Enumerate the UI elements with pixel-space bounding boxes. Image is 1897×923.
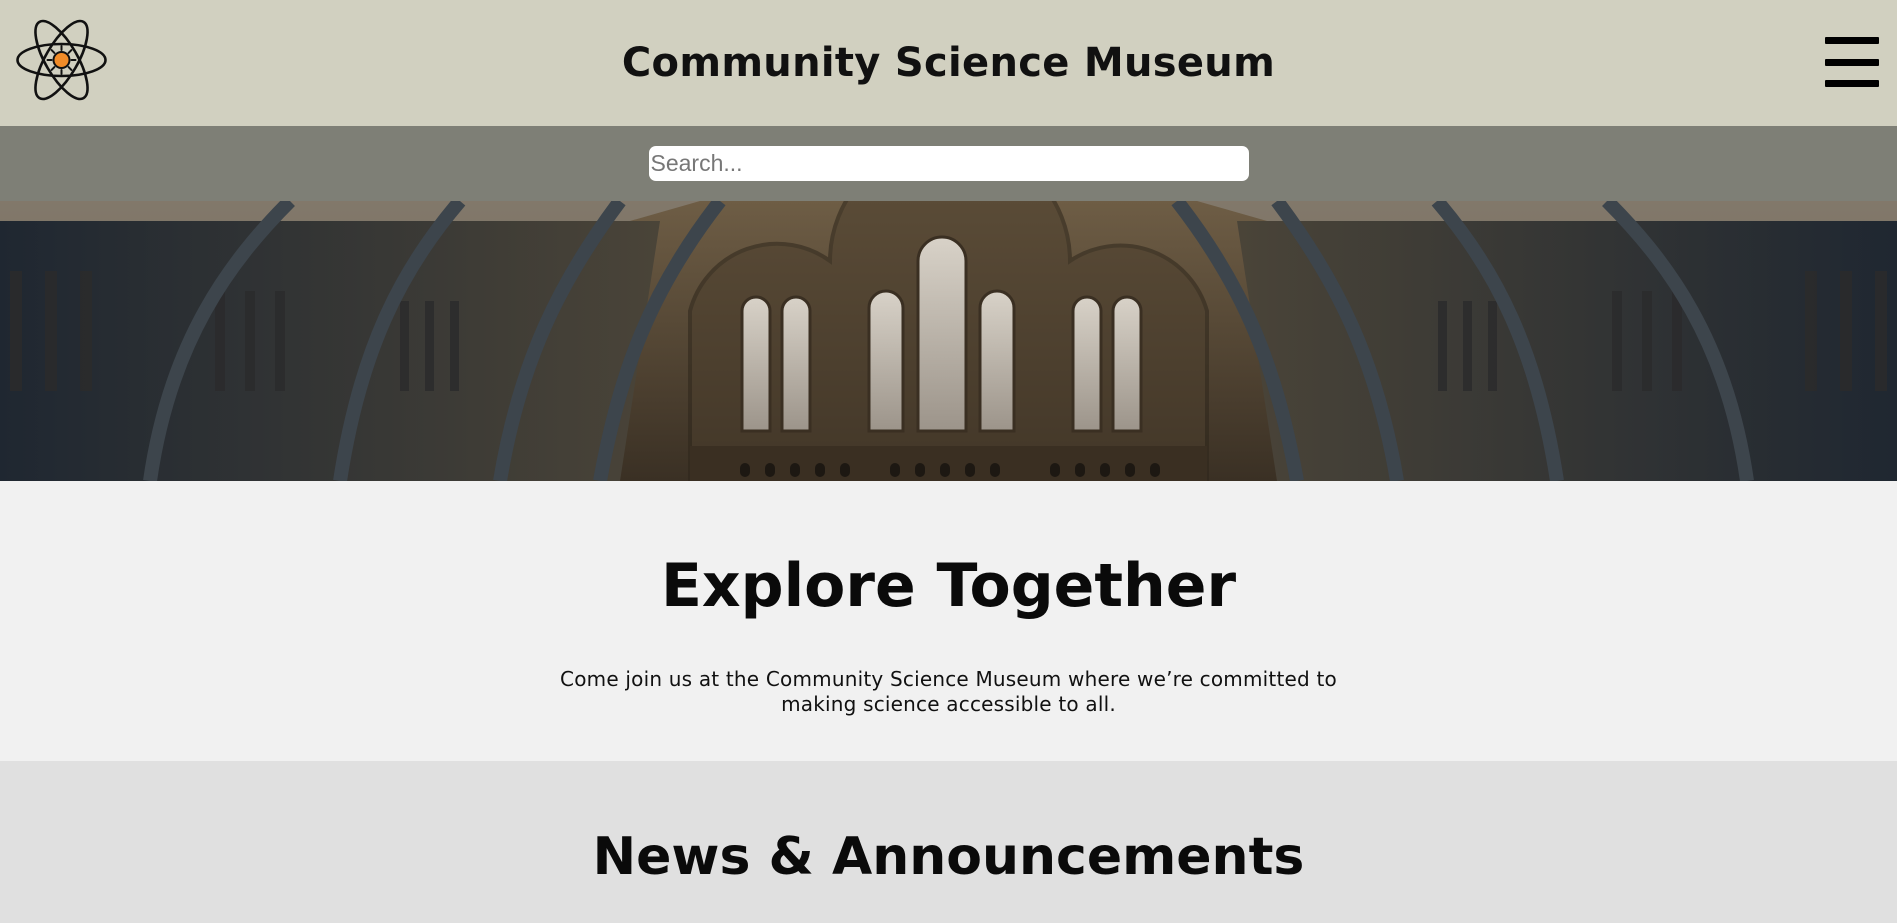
search-input[interactable] [648, 146, 1249, 181]
intro-heading: Explore Together [660, 551, 1237, 621]
intro-section: Explore Together Come join us at the Com… [0, 481, 1897, 761]
hero-image [0, 201, 1897, 481]
menu-line [1825, 80, 1879, 87]
news-section: News & Announcements [0, 761, 1897, 923]
site-title: Community Science Museum [621, 40, 1276, 86]
news-heading: News & Announcements [592, 827, 1305, 887]
hamburger-menu-icon[interactable] [1825, 37, 1879, 87]
intro-text: Come join us at the Community Science Mu… [560, 667, 1337, 716]
atom-logo-icon[interactable] [15, 16, 108, 104]
menu-line [1825, 37, 1879, 44]
menu-line [1825, 58, 1879, 66]
search-bar [0, 126, 1897, 201]
site-header: Community Science Museum [0, 0, 1897, 126]
